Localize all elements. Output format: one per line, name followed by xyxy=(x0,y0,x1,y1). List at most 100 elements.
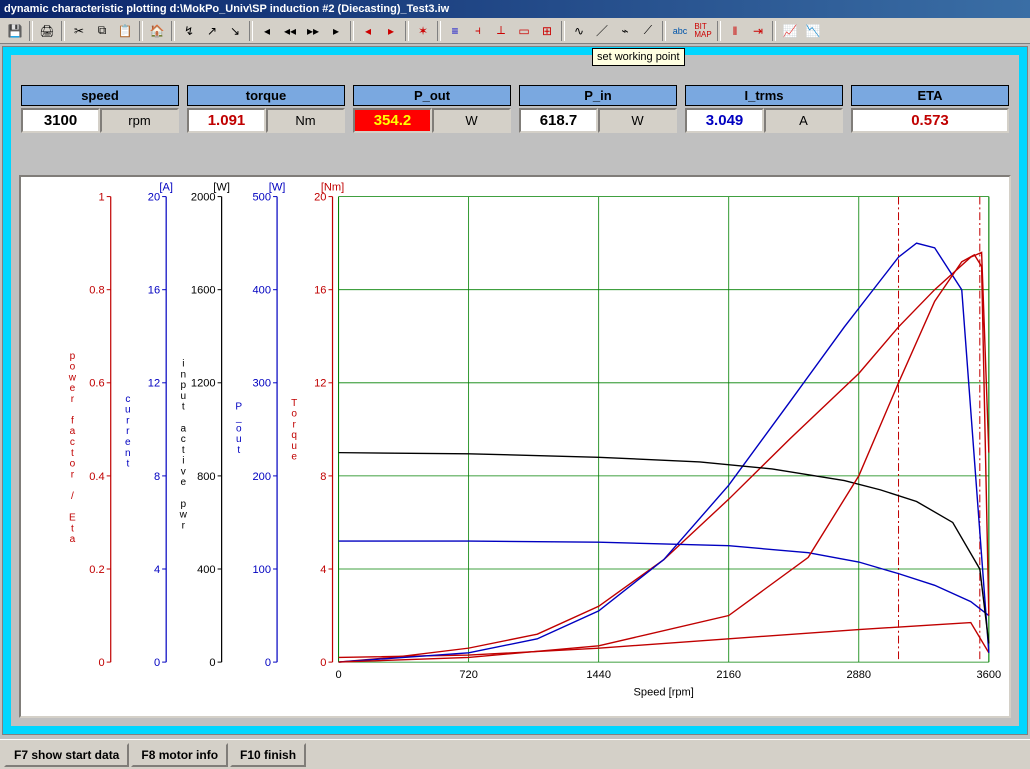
separator xyxy=(171,21,175,41)
tool-c-icon[interactable]: ↘ xyxy=(224,20,246,42)
svg-text:r: r xyxy=(71,469,75,480)
readout-header: ETA xyxy=(851,85,1009,106)
svg-text:16: 16 xyxy=(314,285,326,297)
svg-text:20: 20 xyxy=(314,192,326,204)
prev-icon[interactable]: ◂◂ xyxy=(279,20,301,42)
svg-text:8: 8 xyxy=(320,471,326,483)
svg-text:u: u xyxy=(291,441,297,452)
svg-text:500: 500 xyxy=(253,192,271,204)
plot2-icon[interactable]: 📉 xyxy=(802,20,824,42)
frame-icon[interactable]: ▭ xyxy=(513,20,535,42)
svg-text:800: 800 xyxy=(197,471,215,483)
svg-text:u: u xyxy=(181,391,187,402)
svg-text:1200: 1200 xyxy=(191,378,216,390)
svg-text:T: T xyxy=(291,398,297,409)
svg-text:a: a xyxy=(70,426,76,437)
readout-value: 3100 xyxy=(21,108,100,133)
svg-text:4: 4 xyxy=(154,564,160,576)
step-fwd-icon[interactable]: ▸ xyxy=(380,20,402,42)
align-left-icon[interactable]: ≡ xyxy=(444,20,466,42)
curve1-icon[interactable]: ∿ xyxy=(568,20,590,42)
plot1-icon[interactable]: 📈 xyxy=(779,20,801,42)
svg-text:c: c xyxy=(181,434,186,445)
svg-text:0: 0 xyxy=(154,657,160,669)
svg-text:0: 0 xyxy=(99,657,105,669)
svg-text:t: t xyxy=(71,523,74,534)
svg-text:3600: 3600 xyxy=(977,669,1002,681)
svg-text:300: 300 xyxy=(253,378,271,390)
svg-text:c: c xyxy=(70,437,75,448)
readout-speed: speed3100rpm xyxy=(21,85,179,133)
copy-icon[interactable]: ⧉ xyxy=(91,20,113,42)
first-icon[interactable]: ◂ xyxy=(256,20,278,42)
marker2-icon[interactable]: ⇥ xyxy=(747,20,769,42)
separator xyxy=(437,21,441,41)
svg-text:16: 16 xyxy=(148,285,160,297)
readout-itrms: I_trms3.049A xyxy=(685,85,843,133)
marker1-icon[interactable]: ‖ xyxy=(724,20,746,42)
svg-text:p: p xyxy=(181,499,187,510)
svg-text:r: r xyxy=(126,426,130,437)
separator xyxy=(29,21,33,41)
tool-b-icon[interactable]: ↗ xyxy=(201,20,223,42)
save-icon[interactable]: 💾 xyxy=(4,20,26,42)
curve2-icon[interactable]: ／ xyxy=(591,20,613,42)
cut-icon[interactable]: ✂ xyxy=(68,20,90,42)
readout-panel: speed3100rpmtorque1.091NmP_out354.2WP_in… xyxy=(11,55,1019,149)
readout-header: torque xyxy=(187,85,345,106)
svg-text:p: p xyxy=(181,380,187,391)
svg-text:t: t xyxy=(182,445,185,456)
status-bar: F7 show start data F8 motor info F10 fin… xyxy=(0,739,1030,769)
readout-pout: P_out354.2W xyxy=(353,85,511,133)
svg-text:200: 200 xyxy=(253,471,271,483)
bitmap-icon[interactable]: BITMAP xyxy=(692,20,714,42)
svg-text:[W]: [W] xyxy=(269,182,286,194)
separator xyxy=(139,21,143,41)
svg-text:12: 12 xyxy=(148,378,160,390)
readout-unit: W xyxy=(432,108,511,133)
readout-value: 1.091 xyxy=(187,108,266,133)
home-icon[interactable]: 🏠 xyxy=(146,20,168,42)
f10-button[interactable]: F10 finish xyxy=(230,743,306,767)
tool-a-icon[interactable]: ↯ xyxy=(178,20,200,42)
f7-button[interactable]: F7 show start data xyxy=(4,743,129,767)
separator xyxy=(561,21,565,41)
separator xyxy=(249,21,253,41)
svg-text:2160: 2160 xyxy=(716,669,741,681)
svg-text:1600: 1600 xyxy=(191,285,216,297)
svg-text:_: _ xyxy=(235,413,242,424)
axis-x-icon[interactable]: ⟂ xyxy=(490,20,512,42)
svg-text:e: e xyxy=(181,477,187,488)
readout-unit: Nm xyxy=(266,108,345,133)
readout-header: P_in xyxy=(519,85,677,106)
svg-text:720: 720 xyxy=(459,669,477,681)
separator xyxy=(405,21,409,41)
svg-text:0: 0 xyxy=(265,657,271,669)
svg-text:p: p xyxy=(70,351,76,362)
grid-icon[interactable]: ⊞ xyxy=(536,20,558,42)
curve3-icon[interactable]: ⌁ xyxy=(614,20,636,42)
next-icon[interactable]: ▸▸ xyxy=(302,20,324,42)
svg-text:i: i xyxy=(182,359,184,370)
step-back-icon[interactable]: ◂ xyxy=(357,20,379,42)
readout-pin: P_in618.7W xyxy=(519,85,677,133)
chart: 07201440216028803600Speed [rpm]00.20.40.… xyxy=(21,177,1009,716)
curve4-icon[interactable]: ⟋ xyxy=(637,20,659,42)
separator xyxy=(350,21,354,41)
last-icon[interactable]: ▸ xyxy=(325,20,347,42)
svg-text:1440: 1440 xyxy=(586,669,611,681)
svg-text:a: a xyxy=(70,534,76,545)
print-icon[interactable]: 🖨 xyxy=(36,20,58,42)
readout-value: 618.7 xyxy=(519,108,598,133)
cursor-tool-icon[interactable]: ✶ xyxy=(412,20,434,42)
paste-icon[interactable]: 📋 xyxy=(114,20,136,42)
main-frame: speed3100rpmtorque1.091NmP_out354.2WP_in… xyxy=(2,46,1028,735)
window-titlebar: dynamic characteristic plotting d:\MokPo… xyxy=(0,0,1030,18)
svg-text:o: o xyxy=(236,423,242,434)
svg-text:400: 400 xyxy=(253,285,271,297)
f8-button[interactable]: F8 motor info xyxy=(131,743,228,767)
text-tool-icon[interactable]: abc xyxy=(669,20,691,42)
svg-text:w: w xyxy=(68,372,77,383)
svg-text:u: u xyxy=(125,405,131,416)
axis-y-icon[interactable]: ⫞ xyxy=(467,20,489,42)
